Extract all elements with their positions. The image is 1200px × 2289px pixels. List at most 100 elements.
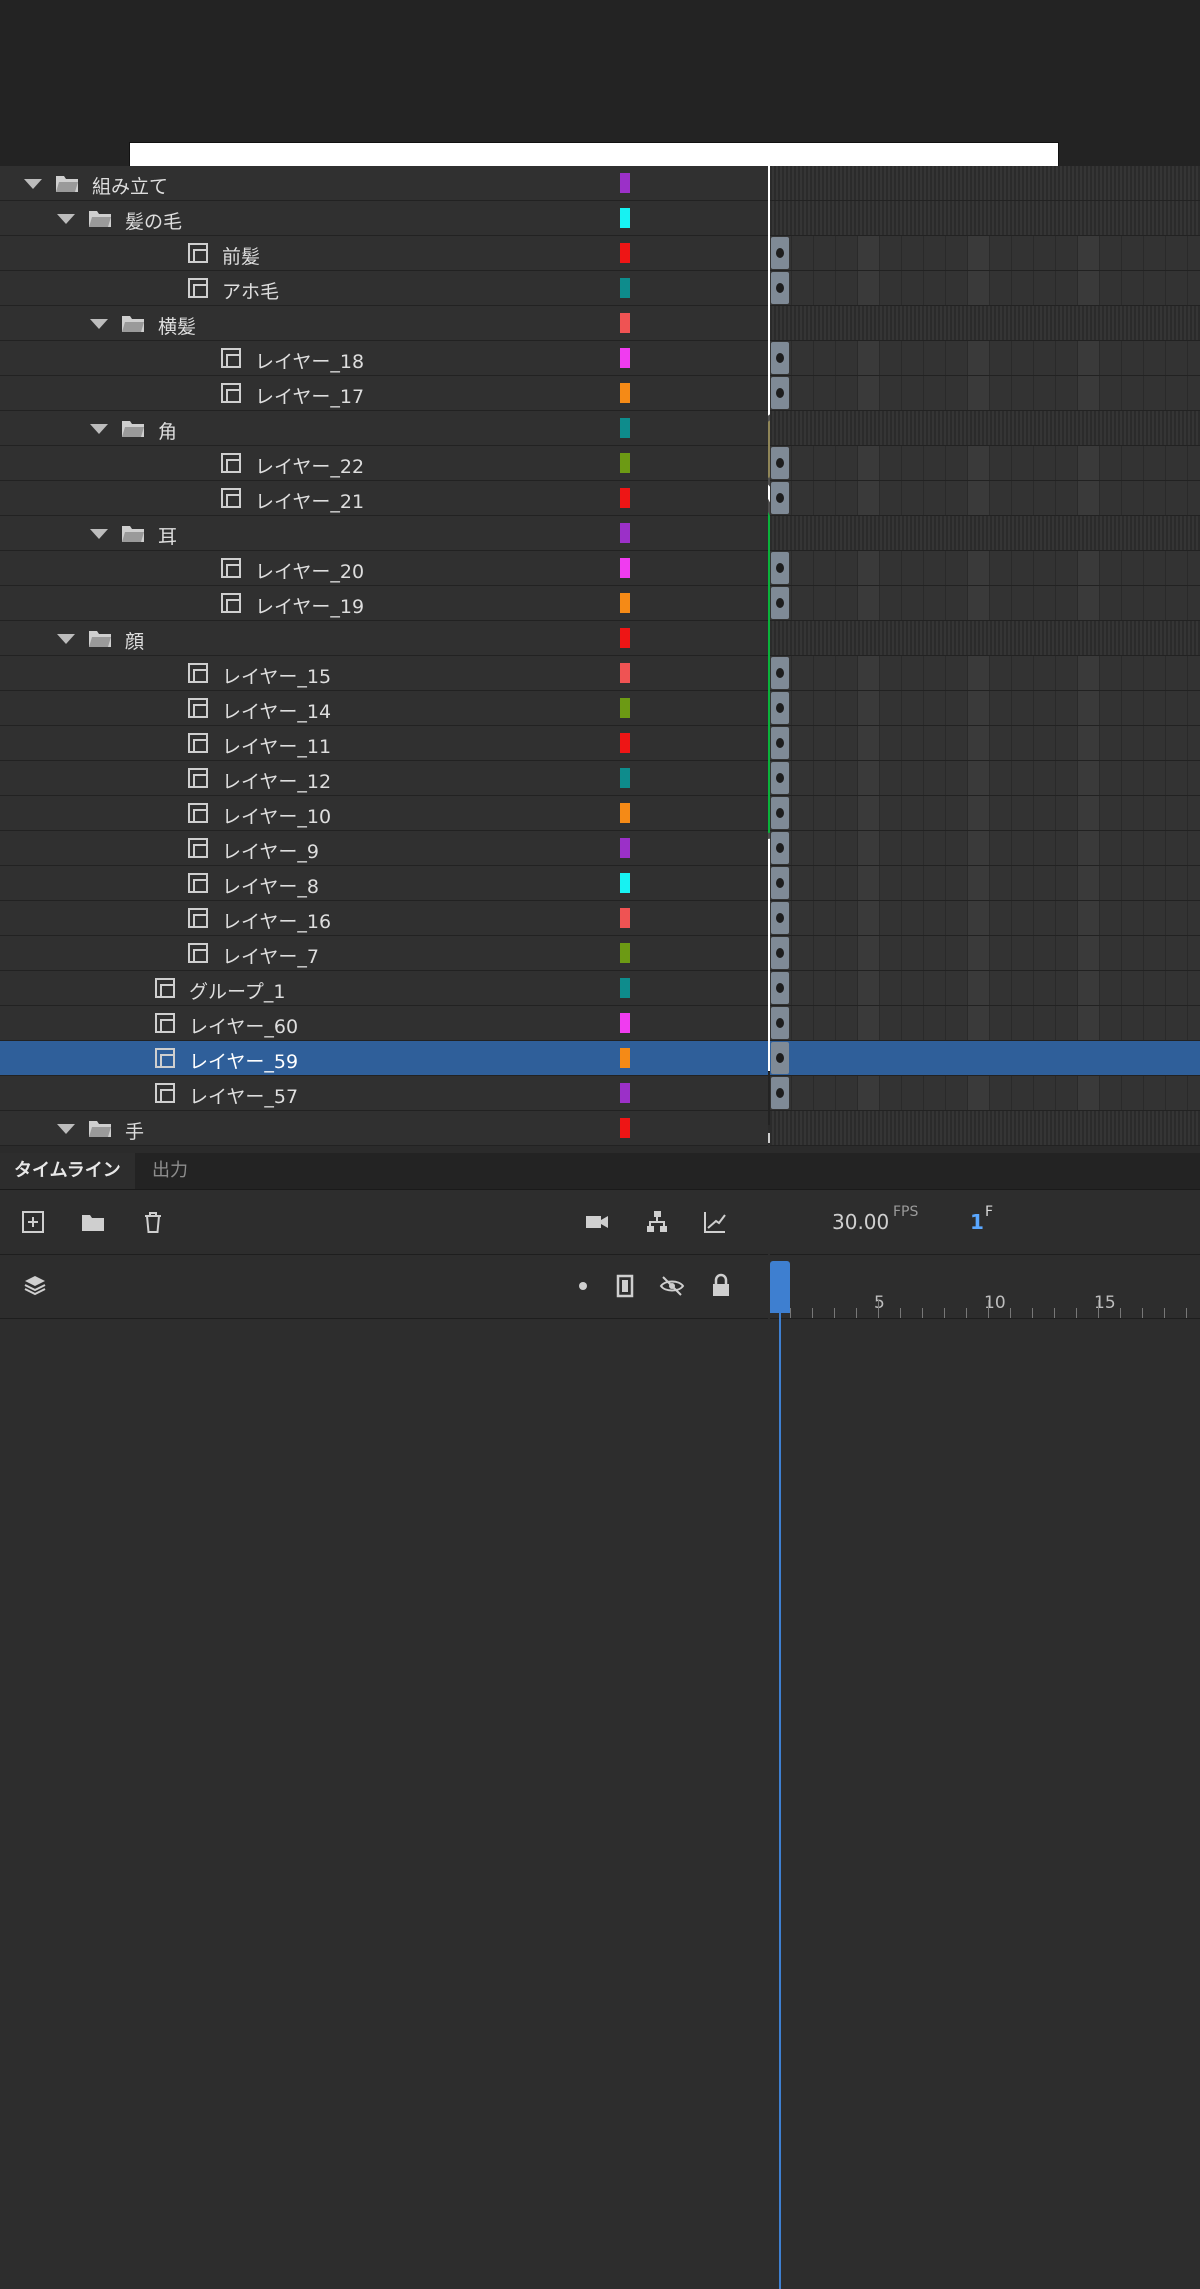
layer-color-swatch[interactable] <box>620 418 630 438</box>
keyframe[interactable] <box>771 727 789 759</box>
layer-row[interactable]: レイヤー_57 <box>0 1076 768 1111</box>
frame-row[interactable] <box>770 271 1200 306</box>
frame-row[interactable] <box>770 1111 1200 1146</box>
frame-row[interactable] <box>770 166 1200 201</box>
layer-color-swatch[interactable] <box>620 838 630 858</box>
layer-name[interactable]: レイヤー_7 <box>222 942 319 969</box>
keyframe[interactable] <box>771 692 789 724</box>
tab-timeline[interactable]: タイムライン <box>0 1153 135 1189</box>
layer-row[interactable]: レイヤー_9 <box>0 831 768 866</box>
frame-row[interactable] <box>770 1076 1200 1111</box>
graph-icon[interactable] <box>700 1207 730 1237</box>
layer-row[interactable]: レイヤー_16 <box>0 901 768 936</box>
layer-color-swatch[interactable] <box>620 1048 630 1068</box>
frame-row[interactable] <box>770 691 1200 726</box>
layer-color-swatch[interactable] <box>620 943 630 963</box>
layer-color-swatch[interactable] <box>620 733 630 753</box>
layer-color-swatch[interactable] <box>620 628 630 648</box>
layer-row[interactable]: レイヤー_18 <box>0 341 768 376</box>
layer-name[interactable]: レイヤー_12 <box>222 767 331 794</box>
frame-row[interactable] <box>770 236 1200 271</box>
layer-row[interactable]: レイヤー_7 <box>0 936 768 971</box>
delete-icon[interactable] <box>138 1207 168 1237</box>
layer-color-swatch[interactable] <box>620 278 630 298</box>
layer-name[interactable]: レイヤー_14 <box>222 697 331 724</box>
layer-color-swatch[interactable] <box>620 208 630 228</box>
layer-row[interactable]: レイヤー_17 <box>0 376 768 411</box>
keyframe[interactable] <box>771 1007 789 1039</box>
layer-name[interactable]: レイヤー_11 <box>222 732 331 759</box>
layer-name[interactable]: レイヤー_59 <box>189 1047 298 1074</box>
layer-folder-row[interactable]: 組み立て <box>0 166 768 201</box>
keyframe[interactable] <box>771 447 789 479</box>
layer-row[interactable]: レイヤー_60 <box>0 1006 768 1041</box>
keyframe[interactable] <box>771 657 789 689</box>
layer-name[interactable]: レイヤー_19 <box>255 592 364 619</box>
frame-row[interactable] <box>770 901 1200 936</box>
layer-folder-row[interactable]: 横髪 <box>0 306 768 341</box>
frame-row[interactable] <box>770 1041 1200 1076</box>
layer-row[interactable]: レイヤー_59 <box>0 1041 768 1076</box>
fps-value[interactable]: 30.00 <box>832 1210 889 1234</box>
layer-row[interactable]: レイヤー_19 <box>0 586 768 621</box>
keyframe[interactable] <box>771 797 789 829</box>
frame-row[interactable] <box>770 971 1200 1006</box>
layer-name[interactable]: 手 <box>125 1117 144 1144</box>
frame-row[interactable] <box>770 516 1200 551</box>
parenting-icon[interactable] <box>642 1207 672 1237</box>
layer-name[interactable]: 角 <box>158 417 177 444</box>
layer-folder-row[interactable]: 顔 <box>0 621 768 656</box>
layer-name[interactable]: 組み立て <box>92 172 168 199</box>
layer-name[interactable]: レイヤー_60 <box>189 1012 298 1039</box>
layer-name[interactable]: レイヤー_17 <box>255 382 364 409</box>
layer-color-swatch[interactable] <box>620 698 630 718</box>
frame-row[interactable] <box>770 866 1200 901</box>
layer-row[interactable]: レイヤー_12 <box>0 761 768 796</box>
layer-color-swatch[interactable] <box>620 803 630 823</box>
current-frame[interactable]: 1 <box>970 1210 984 1234</box>
layer-color-swatch[interactable] <box>620 663 630 683</box>
frame-row[interactable] <box>770 1006 1200 1041</box>
layer-color-swatch[interactable] <box>620 313 630 333</box>
layer-color-swatch[interactable] <box>620 173 630 193</box>
layer-name[interactable]: 横髪 <box>158 312 196 339</box>
layer-name[interactable]: アホ毛 <box>222 277 279 304</box>
frame-ruler[interactable]: 510152 <box>770 1255 1200 1319</box>
layer-name[interactable]: レイヤー_8 <box>222 872 319 899</box>
layer-folder-row[interactable]: 手 <box>0 1111 768 1146</box>
playhead-line[interactable] <box>779 1267 781 2289</box>
expand-arrow-icon[interactable] <box>90 529 108 539</box>
layer-row[interactable]: グループ_1 <box>0 971 768 1006</box>
eye-hidden-icon[interactable] <box>657 1271 687 1301</box>
layer-name[interactable]: 顔 <box>125 627 144 654</box>
layer-row[interactable]: レイヤー_10 <box>0 796 768 831</box>
outline-icon[interactable] <box>610 1271 640 1301</box>
layer-name[interactable]: レイヤー_20 <box>255 557 364 584</box>
keyframe[interactable] <box>771 832 789 864</box>
keyframe[interactable] <box>771 552 789 584</box>
expand-arrow-icon[interactable] <box>24 179 42 189</box>
layer-folder-row[interactable]: 髪の毛 <box>0 201 768 236</box>
expand-arrow-icon[interactable] <box>90 319 108 329</box>
expand-arrow-icon[interactable] <box>90 424 108 434</box>
keyframe[interactable] <box>771 482 789 514</box>
layer-name[interactable]: レイヤー_9 <box>222 837 319 864</box>
keyframe[interactable] <box>771 377 789 409</box>
layer-name[interactable]: レイヤー_15 <box>222 662 331 689</box>
frame-row[interactable] <box>770 831 1200 866</box>
layer-name[interactable]: レイヤー_10 <box>222 802 331 829</box>
layer-color-swatch[interactable] <box>620 383 630 403</box>
frame-row[interactable] <box>770 586 1200 621</box>
frame-row[interactable] <box>770 306 1200 341</box>
layer-name[interactable]: グループ_1 <box>189 977 285 1004</box>
layer-name[interactable]: レイヤー_57 <box>189 1082 298 1109</box>
layer-color-swatch[interactable] <box>620 768 630 788</box>
layer-row[interactable]: レイヤー_20 <box>0 551 768 586</box>
layers-icon[interactable] <box>20 1271 50 1301</box>
expand-arrow-icon[interactable] <box>57 634 75 644</box>
camera-icon[interactable] <box>582 1207 612 1237</box>
layer-row[interactable]: 前髪 <box>0 236 768 271</box>
layer-folder-row[interactable]: 耳 <box>0 516 768 551</box>
layer-color-swatch[interactable] <box>620 453 630 473</box>
frame-row[interactable] <box>770 551 1200 586</box>
